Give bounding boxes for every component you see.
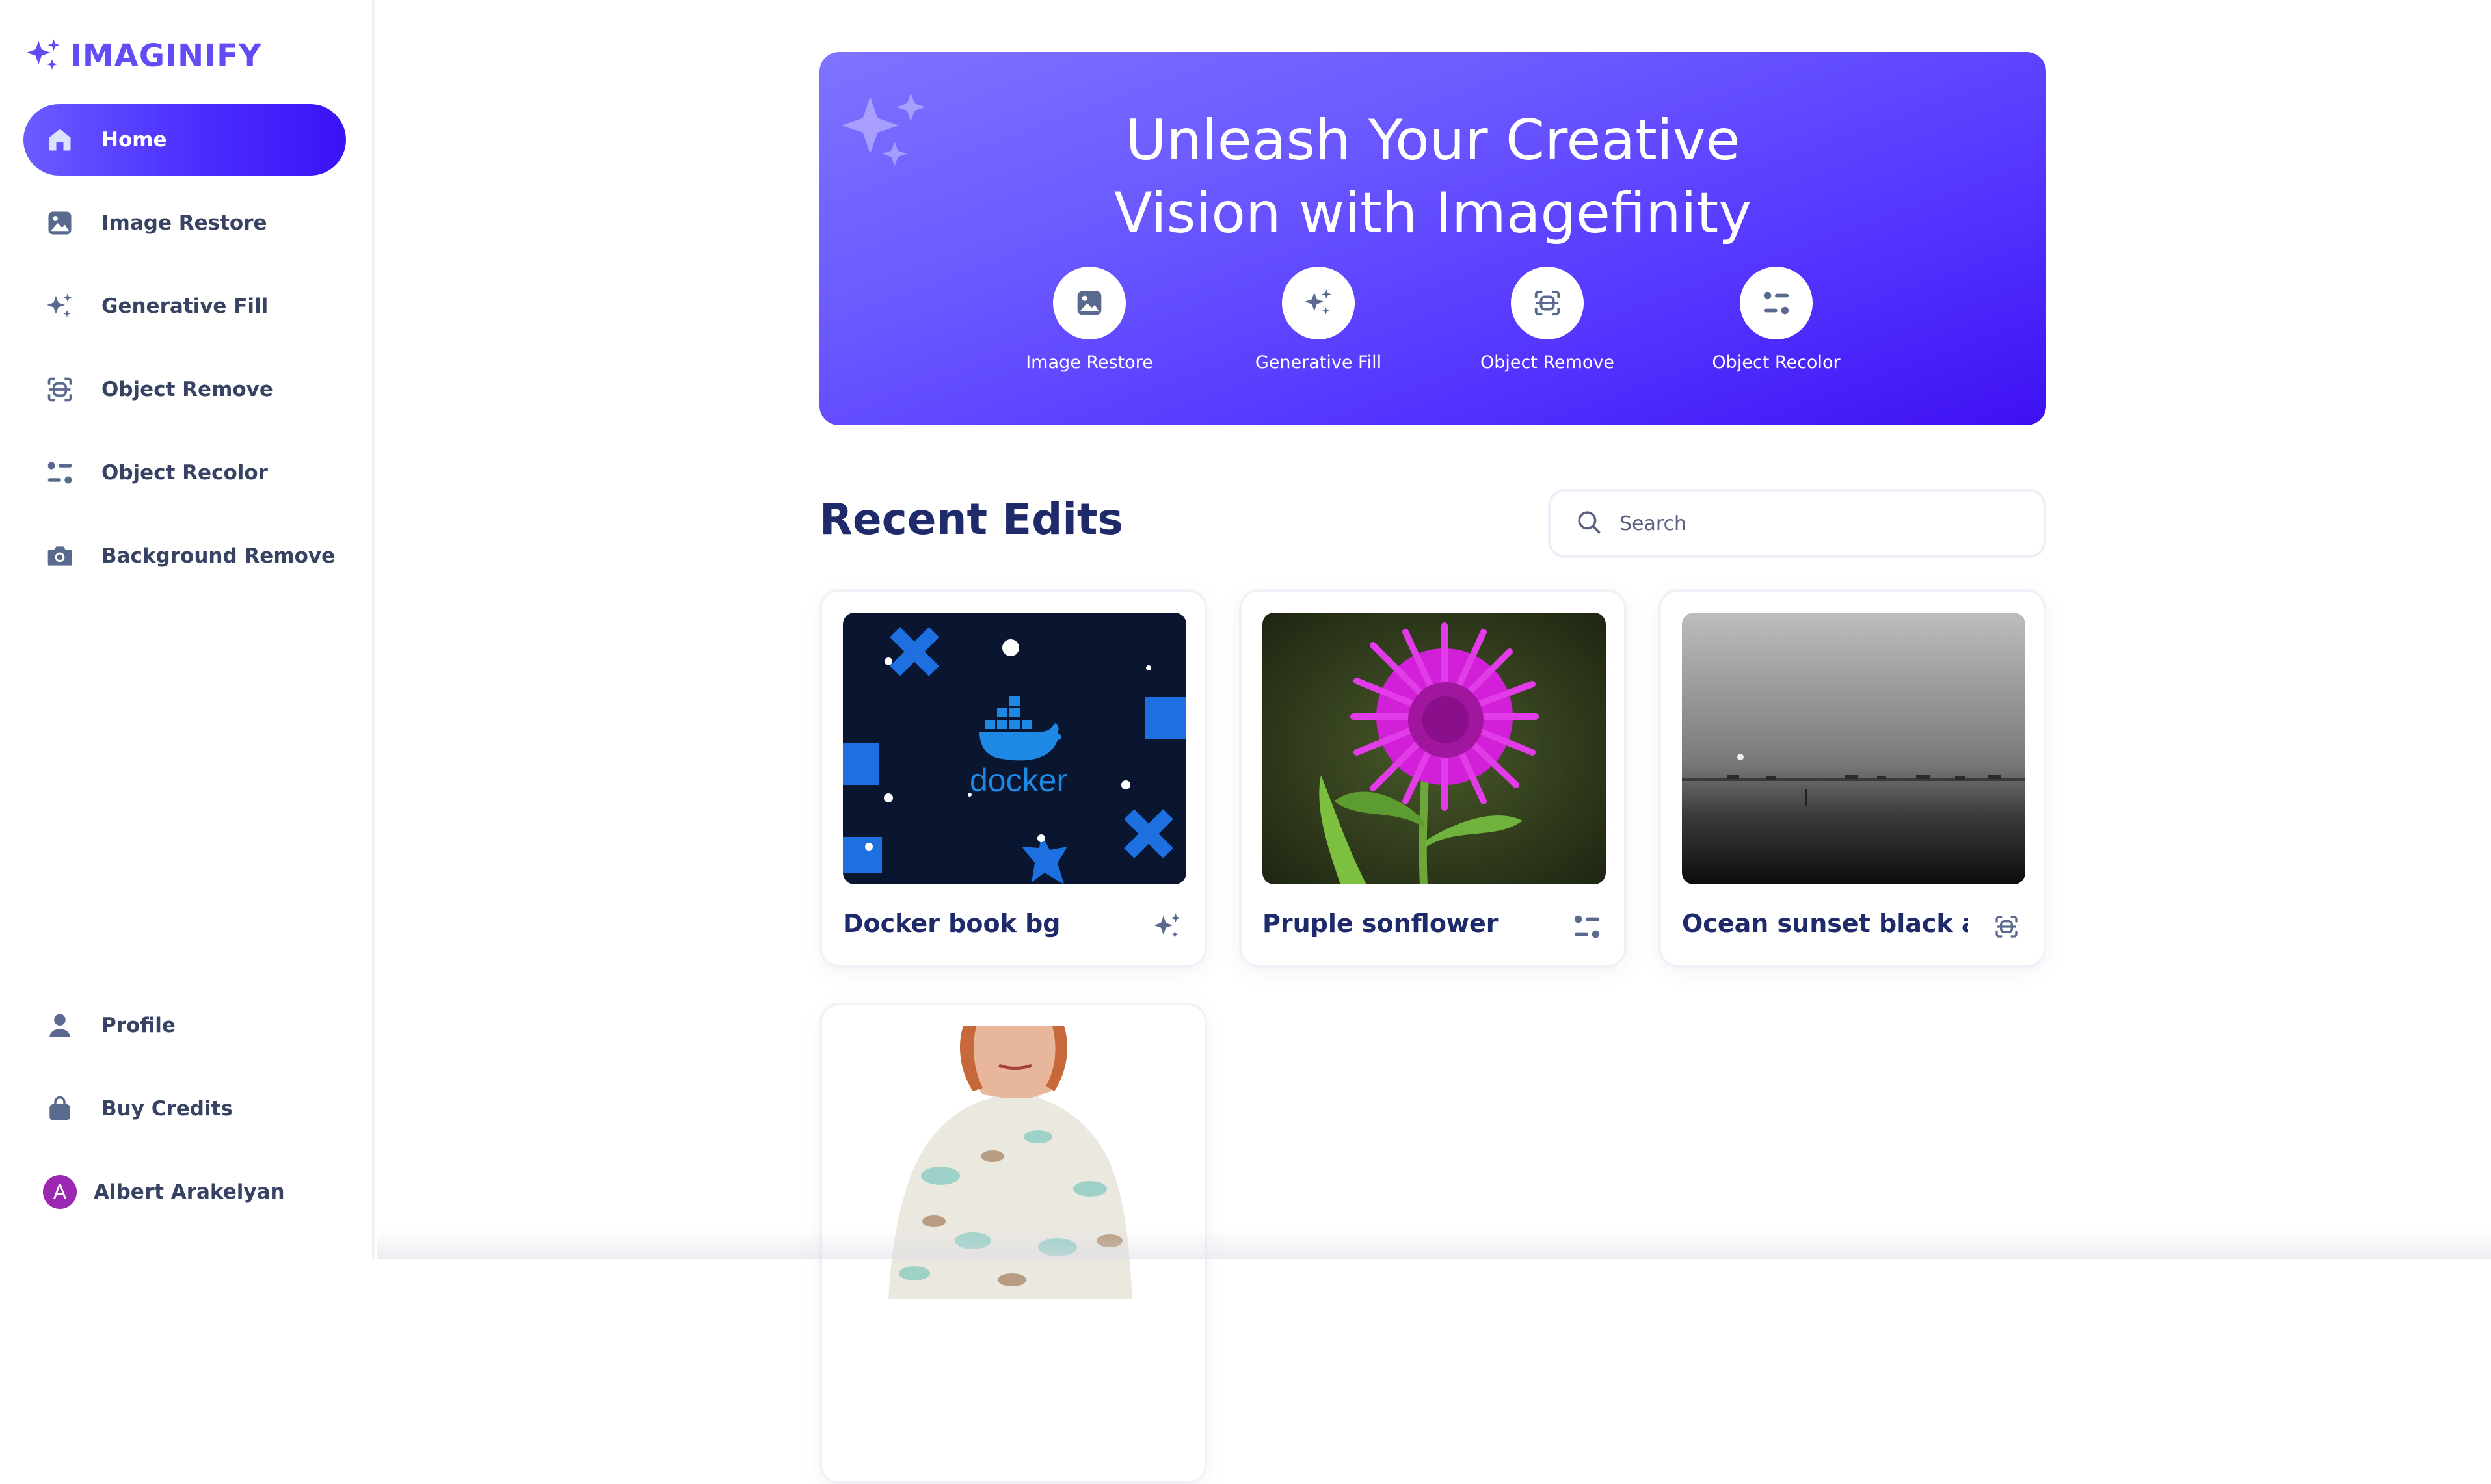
hero-banner: Unleash Your Creative Vision with Imagef… — [819, 52, 2046, 425]
sidebar-item-label: Buy Credits — [101, 1097, 233, 1120]
sparkles-icon — [1151, 910, 1184, 943]
search-input[interactable] — [1619, 512, 2010, 535]
scan-icon[interactable] — [1511, 267, 1584, 339]
scan-icon — [1990, 910, 2023, 943]
home-icon — [43, 123, 77, 157]
sidebar-item-label: Home — [101, 128, 167, 152]
image-thumbnail[interactable] — [1262, 613, 1606, 884]
user-icon — [43, 1009, 77, 1042]
filter-icon[interactable] — [1740, 267, 1813, 339]
sparkles-icon[interactable] — [1282, 267, 1355, 339]
sidebar-item-label: Background Remove — [101, 544, 336, 568]
image-icon — [43, 206, 77, 240]
sidebar-item-label: Object Recolor — [101, 461, 268, 484]
sidebar-item-profile[interactable]: Profile — [23, 990, 346, 1061]
sidebar-bottom: Profile Buy Credits A Albert Arakelyan — [23, 990, 346, 1228]
sidebar-item-image-restore[interactable]: Image Restore — [23, 187, 346, 259]
image-card[interactable]: Ocean sunset black an... — [1658, 589, 2046, 968]
sidebar: IMAGINIFY Home Image Restore Generative … — [0, 0, 375, 1259]
image-card[interactable]: Pruple sonflower — [1239, 589, 1627, 968]
image-icon[interactable] — [1053, 267, 1126, 339]
sidebar-item-label: Object Remove — [101, 378, 273, 401]
svg-text:docker: docker — [970, 762, 1067, 799]
sidebar-item-generative-fill[interactable]: Generative Fill — [23, 271, 346, 342]
hero-tool-label: Generative Fill — [1255, 352, 1382, 373]
image-thumbnail[interactable]: docker — [843, 613, 1186, 884]
bag-icon — [43, 1092, 77, 1126]
sparkles-logo-icon — [23, 36, 64, 76]
image-thumbnail[interactable] — [1682, 613, 2025, 884]
search-icon — [1575, 509, 1603, 538]
card-title: Ocean sunset black an... — [1682, 909, 1968, 938]
sidebar-nav: Home Image Restore Generative Fill Objec… — [23, 104, 346, 603]
sidebar-item-buy-credits[interactable]: Buy Credits — [23, 1073, 346, 1145]
sparkles-icon — [43, 289, 77, 323]
hero-tool-image-restore[interactable]: Image Restore — [1015, 267, 1164, 373]
sidebar-item-background-remove[interactable]: Background Remove — [23, 520, 346, 592]
image-card[interactable]: docker Docker book bg — [819, 589, 1207, 968]
user-account[interactable]: A Albert Arakelyan — [23, 1156, 346, 1228]
hero-title-line1: Unleash Your Creative — [1125, 108, 1740, 173]
user-name: Albert Arakelyan — [94, 1180, 285, 1204]
scan-icon — [43, 373, 77, 406]
sidebar-item-label: Generative Fill — [101, 295, 269, 318]
hero-tool-generative-fill[interactable]: Generative Fill — [1244, 267, 1393, 373]
hero-tool-label: Object Remove — [1480, 352, 1615, 373]
sidebar-item-object-recolor[interactable]: Object Recolor — [23, 437, 346, 509]
logo[interactable]: IMAGINIFY — [23, 36, 262, 75]
avatar[interactable]: A — [43, 1175, 77, 1209]
hero-tool-object-recolor[interactable]: Object Recolor — [1701, 267, 1851, 373]
recent-edits-title: Recent Edits — [819, 494, 1123, 544]
search-box[interactable] — [1548, 489, 2046, 558]
card-title: Docker book bg — [843, 909, 1061, 938]
hero-tool-object-remove[interactable]: Object Remove — [1472, 267, 1622, 373]
brand-name: IMAGINIFY — [70, 38, 262, 74]
sidebar-item-home[interactable]: Home — [23, 104, 346, 176]
sidebar-item-label: Image Restore — [101, 211, 267, 235]
sidebar-item-label: Profile — [101, 1014, 176, 1037]
filter-icon — [1571, 910, 1603, 943]
hero-title: Unleash Your Creative Vision with Imagef… — [819, 104, 2046, 250]
hero-title-line2: Vision with Imagefinity — [1113, 181, 1752, 246]
camera-icon — [43, 539, 77, 573]
sidebar-item-object-remove[interactable]: Object Remove — [23, 354, 346, 425]
filter-icon — [43, 456, 77, 490]
card-title: Pruple sonflower — [1262, 909, 1499, 938]
hero-tool-label: Image Restore — [1026, 352, 1153, 373]
hero-tools: Image Restore Generative Fill Object Rem… — [819, 267, 2046, 373]
scroll-shadow — [377, 1229, 2491, 1259]
hero-tool-label: Object Recolor — [1712, 352, 1841, 373]
